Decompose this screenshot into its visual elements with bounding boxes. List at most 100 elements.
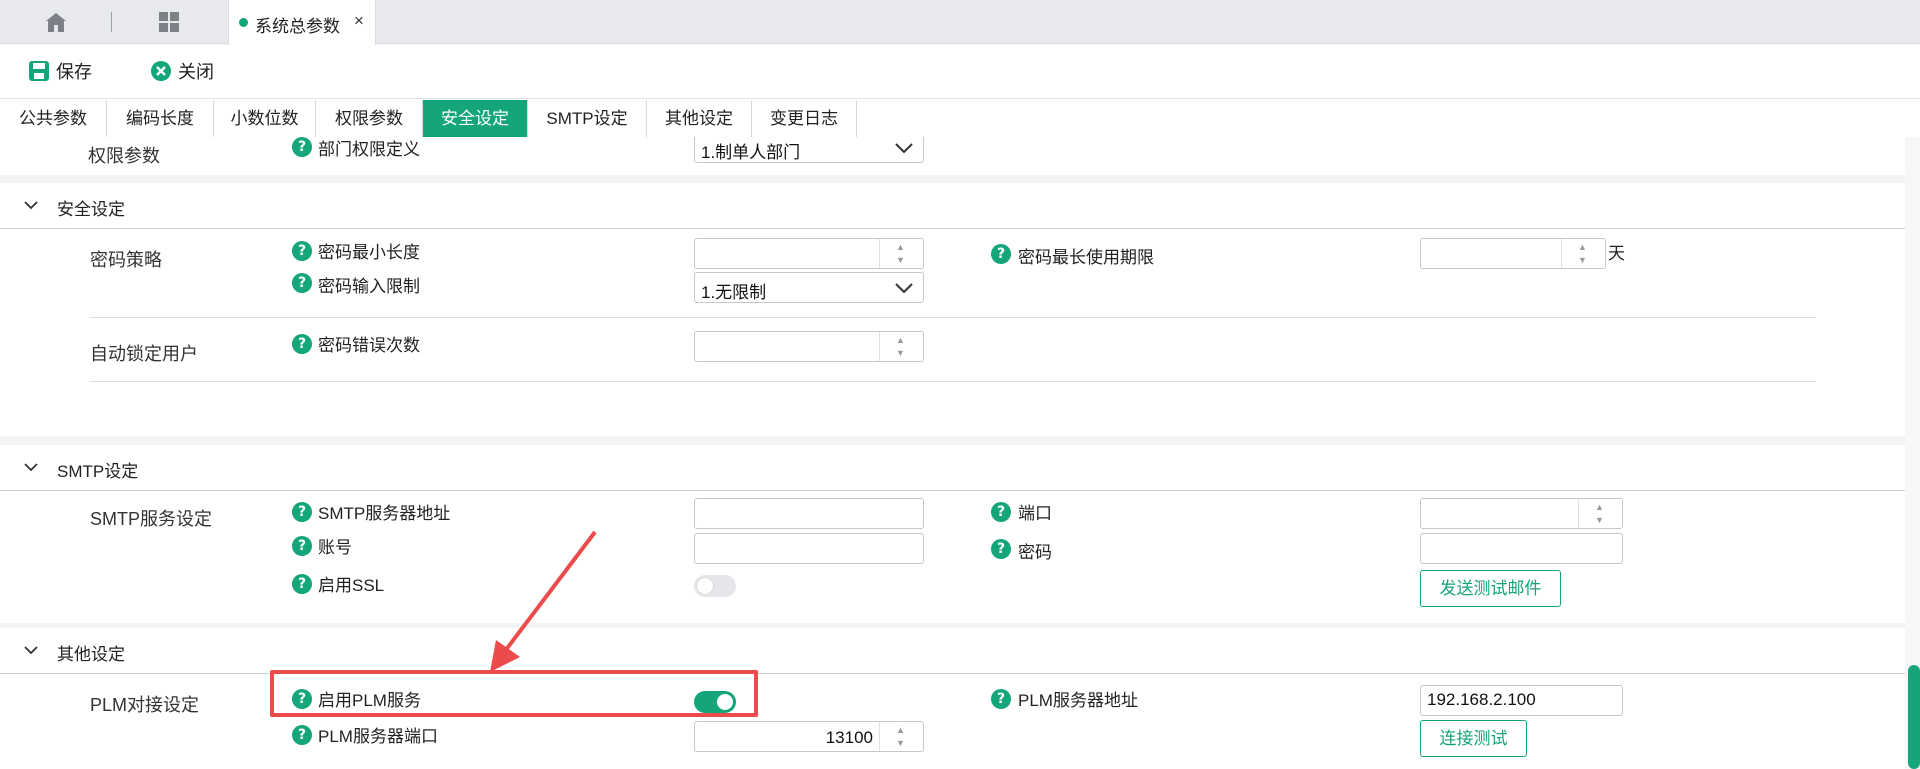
stepper-arrows[interactable]: ▲ ▼ (879, 239, 923, 268)
max-days-stepper[interactable]: ▲ ▼ (1420, 238, 1606, 269)
tab-smtp-settings[interactable]: SMTP设定 (528, 100, 647, 137)
tab-decimal-places[interactable]: 小数位数 (214, 100, 316, 137)
down-icon[interactable]: ▼ (1578, 255, 1588, 265)
up-icon[interactable]: ▲ (896, 725, 906, 735)
window-tab-strip: 系统总参数 × (0, 0, 1920, 45)
smtp-server-input[interactable] (694, 498, 924, 529)
collapse-chevron-icon (24, 646, 38, 655)
plm-port-value: 13100 (825, 728, 873, 747)
section-title: 其他设定 (57, 645, 125, 664)
port-stepper[interactable]: ▲ ▼ (1420, 498, 1623, 529)
tab-security-settings[interactable]: 安全设定 (423, 100, 528, 137)
chevron-down-icon (895, 143, 913, 154)
help-icon[interactable]: ? (292, 574, 312, 594)
account-label: 账号 (318, 538, 352, 557)
security-section-header[interactable]: 安全设定 (0, 183, 1905, 229)
security-panel: 安全设定 密码策略 ? 密码最小长度 ▲ ▼ ? 密码最长使用期限 ▲ ▼ 天 ? … (0, 183, 1905, 436)
port-label: 端口 (1018, 504, 1052, 523)
min-length-label: 密码最小长度 (318, 243, 420, 262)
collapse-chevron-icon (24, 201, 38, 210)
smtp-server-label: SMTP服务器地址 (318, 504, 451, 523)
help-icon[interactable]: ? (991, 539, 1011, 559)
dept-permission-label: 部门权限定义 (318, 140, 420, 159)
settings-content[interactable]: 权限参数 ? 部门权限定义 1.制单人部门 安全设定 密码策略 ? 密码最小长度… (0, 137, 1905, 769)
up-icon[interactable]: ▲ (1595, 502, 1605, 512)
divider (90, 317, 1816, 318)
toggle-knob (697, 578, 713, 594)
active-dot-icon (239, 18, 248, 27)
toolbar: 保存 关闭 (0, 45, 1920, 98)
account-input[interactable] (694, 533, 924, 564)
dept-permission-select[interactable]: 1.制单人部门 (694, 137, 924, 163)
chevron-down-icon (895, 283, 913, 294)
tab-public-params[interactable]: 公共参数 (0, 100, 107, 137)
help-icon[interactable]: ? (292, 536, 312, 556)
collapse-chevron-icon (24, 463, 38, 472)
stepper-arrows[interactable]: ▲ ▼ (1561, 239, 1605, 268)
ssl-toggle[interactable] (694, 575, 736, 597)
settings-tabs: 公共参数 编码长度 小数位数 权限参数 安全设定 SMTP设定 其他设定 变更日… (0, 98, 1920, 137)
min-length-stepper[interactable]: ▲ ▼ (694, 238, 924, 269)
close-circle-icon (151, 61, 171, 81)
connect-test-button[interactable]: 连接测试 (1420, 720, 1527, 757)
send-test-mail-button[interactable]: 发送测试邮件 (1420, 570, 1561, 607)
help-icon[interactable]: ? (292, 241, 312, 261)
error-count-stepper[interactable]: ▲ ▼ (694, 331, 924, 362)
tab-code-length[interactable]: 编码长度 (107, 100, 214, 137)
group-label-auto-lock: 自动锁定用户 (90, 344, 198, 364)
tab-change-log[interactable]: 变更日志 (752, 100, 857, 137)
down-icon[interactable]: ▼ (896, 738, 906, 748)
tab-permission-params[interactable]: 权限参数 (316, 100, 423, 137)
save-icon (29, 61, 49, 81)
plm-server-input[interactable]: 192.168.2.100 (1420, 685, 1623, 716)
scrollbar-thumb[interactable] (1908, 665, 1920, 769)
smtp-panel: SMTP设定 SMTP服务设定 ? SMTP服务器地址 ? 端口 ▲ ▼ ? 账号… (0, 445, 1905, 623)
other-section-header[interactable]: 其他设定 (0, 628, 1905, 674)
stepper-arrows[interactable]: ▲ ▼ (1578, 499, 1622, 528)
smtp-section-header[interactable]: SMTP设定 (0, 445, 1905, 491)
down-icon[interactable]: ▼ (896, 348, 906, 358)
help-icon[interactable]: ? (292, 273, 312, 293)
password-label: 密码 (1018, 543, 1052, 562)
section-title: SMTP设定 (57, 462, 139, 481)
grid-icon[interactable] (158, 11, 180, 33)
tab-other-settings[interactable]: 其他设定 (647, 100, 752, 137)
close-label: 关闭 (178, 62, 214, 82)
tab-divider (111, 12, 112, 32)
help-icon[interactable]: ? (991, 502, 1011, 522)
down-icon[interactable]: ▼ (1595, 515, 1605, 525)
up-icon[interactable]: ▲ (1578, 242, 1588, 252)
plm-port-stepper[interactable]: 13100 ▲ ▼ (694, 721, 924, 752)
stepper-arrows[interactable]: ▲ ▼ (879, 332, 923, 361)
tab-label: 系统总参数 (255, 17, 340, 36)
group-label-password-policy: 密码策略 (90, 250, 162, 270)
help-icon[interactable]: ? (292, 502, 312, 522)
plm-port-label: PLM服务器端口 (318, 727, 438, 746)
help-icon[interactable]: ? (292, 334, 312, 354)
help-icon[interactable]: ? (991, 689, 1011, 709)
max-days-label: 密码最长使用期限 (1018, 248, 1154, 267)
stepper-arrows[interactable]: ▲ ▼ (879, 722, 923, 751)
home-icon[interactable] (44, 11, 68, 33)
group-label-permissions: 权限参数 (88, 146, 160, 166)
up-icon[interactable]: ▲ (896, 335, 906, 345)
error-count-label: 密码错误次数 (318, 336, 420, 355)
dept-permission-value: 1.制单人部门 (701, 143, 801, 162)
password-input[interactable] (1420, 533, 1623, 564)
permissions-panel: 权限参数 ? 部门权限定义 1.制单人部门 (0, 137, 1905, 175)
close-button[interactable]: 关闭 (150, 58, 214, 84)
up-icon[interactable]: ▲ (896, 242, 906, 252)
days-unit: 天 (1608, 244, 1625, 263)
help-icon[interactable]: ? (292, 137, 312, 157)
section-title: 安全设定 (57, 200, 125, 219)
input-limit-value: 1.无限制 (701, 283, 767, 302)
input-limit-select[interactable]: 1.无限制 (694, 272, 924, 303)
tab-system-params[interactable]: 系统总参数 × (228, 0, 376, 45)
down-icon[interactable]: ▼ (896, 255, 906, 265)
help-icon[interactable]: ? (991, 244, 1011, 264)
highlight-box (270, 670, 758, 717)
save-button[interactable]: 保存 (28, 58, 92, 84)
help-icon[interactable]: ? (292, 725, 312, 745)
close-tab-icon[interactable]: × (354, 11, 364, 31)
plm-server-label: PLM服务器地址 (1018, 691, 1138, 710)
